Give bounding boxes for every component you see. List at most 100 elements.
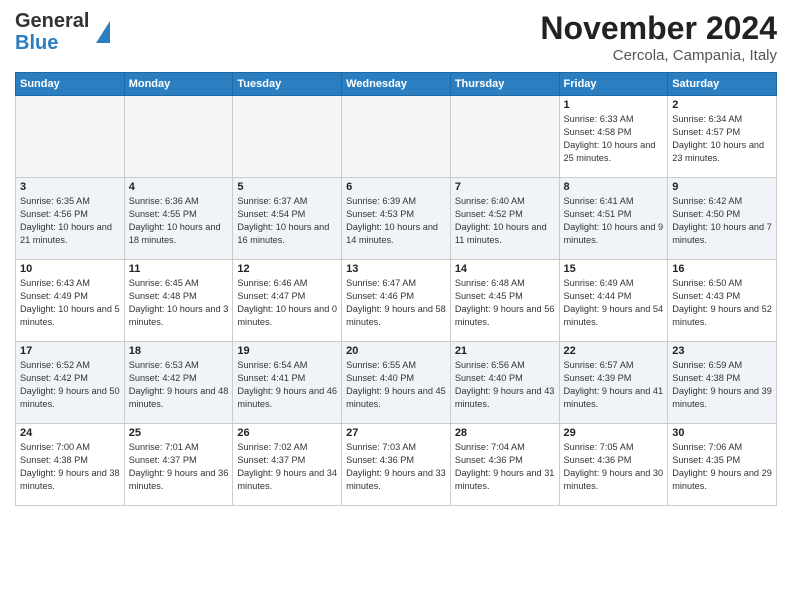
day-info: Sunrise: 6:35 AM Sunset: 4:56 PM Dayligh… [20,195,120,247]
calendar-cell: 19 Sunrise: 6:54 AM Sunset: 4:41 PM Dayl… [233,342,342,424]
page-container: General Blue November 2024 Cercola, Camp… [0,0,792,516]
day-number: 22 [564,345,664,357]
calendar-cell: 13 Sunrise: 6:47 AM Sunset: 4:46 PM Dayl… [342,260,451,342]
calendar-cell: 14 Sunrise: 6:48 AM Sunset: 4:45 PM Dayl… [450,260,559,342]
calendar-table: Sunday Monday Tuesday Wednesday Thursday… [15,72,777,506]
day-number: 25 [129,427,229,439]
day-info: Sunrise: 6:33 AM Sunset: 4:58 PM Dayligh… [564,113,664,165]
day-number: 19 [237,345,337,357]
calendar-cell: 23 Sunrise: 6:59 AM Sunset: 4:38 PM Dayl… [668,342,777,424]
table-row: 10 Sunrise: 6:43 AM Sunset: 4:49 PM Dayl… [16,260,777,342]
calendar-cell: 20 Sunrise: 6:55 AM Sunset: 4:40 PM Dayl… [342,342,451,424]
calendar-cell: 3 Sunrise: 6:35 AM Sunset: 4:56 PM Dayli… [16,178,125,260]
day-number: 12 [237,263,337,275]
calendar-cell: 28 Sunrise: 7:04 AM Sunset: 4:36 PM Dayl… [450,424,559,506]
title-area: November 2024 Cercola, Campania, Italy [540,10,777,64]
calendar-cell: 9 Sunrise: 6:42 AM Sunset: 4:50 PM Dayli… [668,178,777,260]
calendar-cell: 5 Sunrise: 6:37 AM Sunset: 4:54 PM Dayli… [233,178,342,260]
calendar-cell [342,96,451,178]
calendar-cell: 21 Sunrise: 6:56 AM Sunset: 4:40 PM Dayl… [450,342,559,424]
day-info: Sunrise: 6:50 AM Sunset: 4:43 PM Dayligh… [672,277,772,329]
day-info: Sunrise: 6:53 AM Sunset: 4:42 PM Dayligh… [129,359,229,411]
calendar-cell: 4 Sunrise: 6:36 AM Sunset: 4:55 PM Dayli… [124,178,233,260]
day-number: 6 [346,181,446,193]
day-info: Sunrise: 7:03 AM Sunset: 4:36 PM Dayligh… [346,441,446,493]
th-monday: Monday [124,73,233,96]
day-info: Sunrise: 7:04 AM Sunset: 4:36 PM Dayligh… [455,441,555,493]
day-number: 29 [564,427,664,439]
day-info: Sunrise: 6:54 AM Sunset: 4:41 PM Dayligh… [237,359,337,411]
logo-general: General [15,10,89,32]
day-info: Sunrise: 6:43 AM Sunset: 4:49 PM Dayligh… [20,277,120,329]
day-info: Sunrise: 7:00 AM Sunset: 4:38 PM Dayligh… [20,441,120,493]
day-info: Sunrise: 6:42 AM Sunset: 4:50 PM Dayligh… [672,195,772,247]
day-number: 17 [20,345,120,357]
calendar-cell: 26 Sunrise: 7:02 AM Sunset: 4:37 PM Dayl… [233,424,342,506]
calendar-cell [450,96,559,178]
calendar-cell: 11 Sunrise: 6:45 AM Sunset: 4:48 PM Dayl… [124,260,233,342]
calendar-cell: 22 Sunrise: 6:57 AM Sunset: 4:39 PM Dayl… [559,342,668,424]
th-friday: Friday [559,73,668,96]
day-info: Sunrise: 6:49 AM Sunset: 4:44 PM Dayligh… [564,277,664,329]
calendar-cell: 16 Sunrise: 6:50 AM Sunset: 4:43 PM Dayl… [668,260,777,342]
calendar-cell: 7 Sunrise: 6:40 AM Sunset: 4:52 PM Dayli… [450,178,559,260]
calendar-cell: 10 Sunrise: 6:43 AM Sunset: 4:49 PM Dayl… [16,260,125,342]
day-number: 16 [672,263,772,275]
calendar-cell: 8 Sunrise: 6:41 AM Sunset: 4:51 PM Dayli… [559,178,668,260]
day-number: 7 [455,181,555,193]
day-info: Sunrise: 6:41 AM Sunset: 4:51 PM Dayligh… [564,195,664,247]
day-info: Sunrise: 6:55 AM Sunset: 4:40 PM Dayligh… [346,359,446,411]
calendar-cell: 12 Sunrise: 6:46 AM Sunset: 4:47 PM Dayl… [233,260,342,342]
day-number: 27 [346,427,446,439]
day-info: Sunrise: 6:47 AM Sunset: 4:46 PM Dayligh… [346,277,446,329]
day-number: 21 [455,345,555,357]
day-number: 23 [672,345,772,357]
day-number: 4 [129,181,229,193]
day-number: 20 [346,345,446,357]
day-number: 2 [672,99,772,111]
th-sunday: Sunday [16,73,125,96]
logo-icon [96,21,110,43]
logo: General Blue [15,10,110,54]
day-info: Sunrise: 7:06 AM Sunset: 4:35 PM Dayligh… [672,441,772,493]
day-info: Sunrise: 6:34 AM Sunset: 4:57 PM Dayligh… [672,113,772,165]
day-number: 13 [346,263,446,275]
day-info: Sunrise: 6:46 AM Sunset: 4:47 PM Dayligh… [237,277,337,329]
day-info: Sunrise: 6:59 AM Sunset: 4:38 PM Dayligh… [672,359,772,411]
calendar-cell [124,96,233,178]
day-info: Sunrise: 7:02 AM Sunset: 4:37 PM Dayligh… [237,441,337,493]
day-info: Sunrise: 6:37 AM Sunset: 4:54 PM Dayligh… [237,195,337,247]
day-number: 15 [564,263,664,275]
day-number: 3 [20,181,120,193]
calendar-cell [16,96,125,178]
th-saturday: Saturday [668,73,777,96]
day-number: 8 [564,181,664,193]
calendar-cell: 27 Sunrise: 7:03 AM Sunset: 4:36 PM Dayl… [342,424,451,506]
day-number: 9 [672,181,772,193]
day-number: 24 [20,427,120,439]
calendar-cell: 25 Sunrise: 7:01 AM Sunset: 4:37 PM Dayl… [124,424,233,506]
day-info: Sunrise: 6:45 AM Sunset: 4:48 PM Dayligh… [129,277,229,329]
day-info: Sunrise: 6:52 AM Sunset: 4:42 PM Dayligh… [20,359,120,411]
day-number: 5 [237,181,337,193]
th-thursday: Thursday [450,73,559,96]
month-title: November 2024 [540,10,777,47]
calendar-cell: 15 Sunrise: 6:49 AM Sunset: 4:44 PM Dayl… [559,260,668,342]
day-number: 1 [564,99,664,111]
day-info: Sunrise: 6:36 AM Sunset: 4:55 PM Dayligh… [129,195,229,247]
day-number: 14 [455,263,555,275]
calendar-cell [233,96,342,178]
day-info: Sunrise: 7:05 AM Sunset: 4:36 PM Dayligh… [564,441,664,493]
calendar-cell: 1 Sunrise: 6:33 AM Sunset: 4:58 PM Dayli… [559,96,668,178]
day-number: 11 [129,263,229,275]
day-number: 26 [237,427,337,439]
calendar-cell: 18 Sunrise: 6:53 AM Sunset: 4:42 PM Dayl… [124,342,233,424]
table-row: 1 Sunrise: 6:33 AM Sunset: 4:58 PM Dayli… [16,96,777,178]
calendar-cell: 17 Sunrise: 6:52 AM Sunset: 4:42 PM Dayl… [16,342,125,424]
calendar-cell: 2 Sunrise: 6:34 AM Sunset: 4:57 PM Dayli… [668,96,777,178]
calendar-cell: 29 Sunrise: 7:05 AM Sunset: 4:36 PM Dayl… [559,424,668,506]
day-info: Sunrise: 6:56 AM Sunset: 4:40 PM Dayligh… [455,359,555,411]
calendar-cell: 24 Sunrise: 7:00 AM Sunset: 4:38 PM Dayl… [16,424,125,506]
day-number: 28 [455,427,555,439]
header-row: Sunday Monday Tuesday Wednesday Thursday… [16,73,777,96]
